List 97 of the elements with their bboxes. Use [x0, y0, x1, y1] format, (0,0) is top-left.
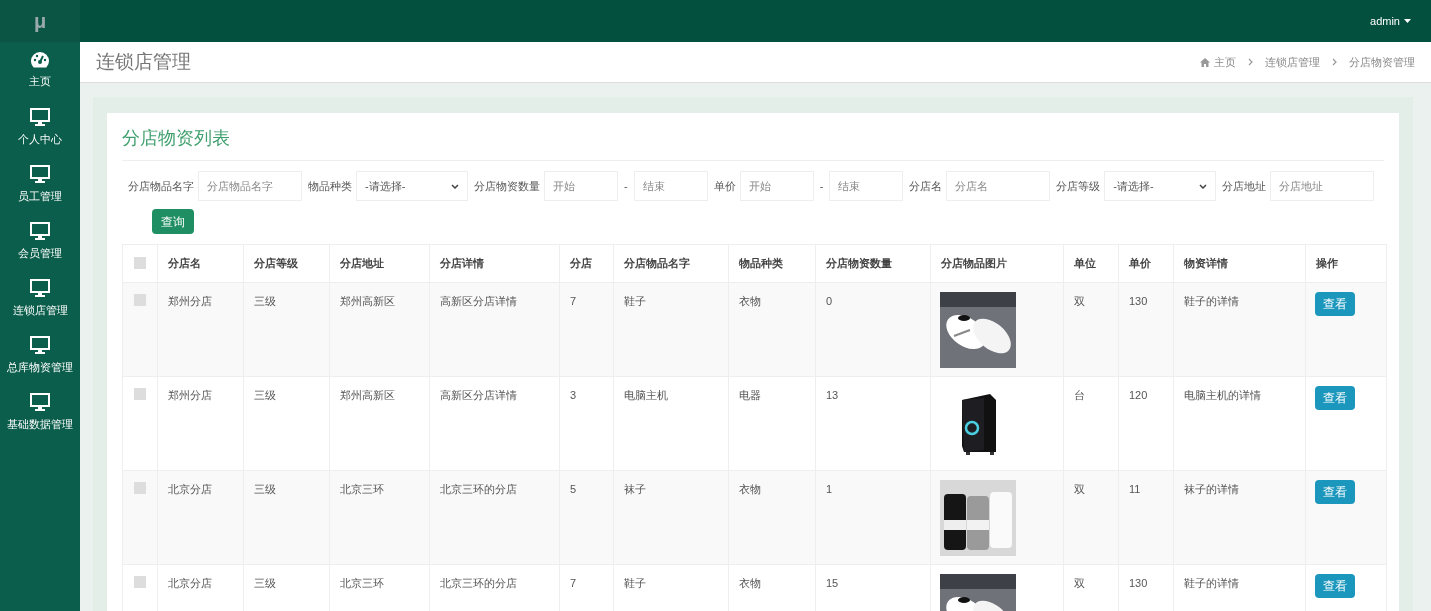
sidebar-item[interactable]: 会员管理 — [0, 213, 80, 270]
table-cell: 郑州分店 — [157, 282, 244, 377]
filter-label: 物品种类 — [308, 178, 352, 194]
table-cell: 双 — [1063, 282, 1119, 377]
table-cell: 高新区分店详情 — [429, 282, 560, 377]
column-header: 物品种类 — [728, 244, 816, 283]
filter-label: 分店等级 — [1056, 178, 1101, 194]
table-cell: 130 — [1118, 282, 1174, 377]
table-cell: 电脑主机的详情 — [1173, 376, 1306, 471]
sidebar-item[interactable]: 基础数据管理 — [0, 384, 80, 441]
table-cell: 北京分店 — [157, 470, 244, 565]
filter-label: 分店物资数量 — [474, 178, 540, 194]
table-cell: 电器 — [728, 376, 816, 471]
column-header: 物资详情 — [1173, 244, 1306, 283]
table-cell: 7 — [559, 282, 614, 377]
sidebar-item[interactable]: 员工管理 — [0, 156, 80, 213]
range-start-field[interactable]: 开始 — [739, 171, 814, 201]
column-header: 分店详情 — [429, 244, 560, 283]
caret-icon — [1404, 19, 1411, 23]
checkbox[interactable] — [134, 257, 146, 269]
column-header: 分店名 — [157, 244, 244, 283]
table-cell: 1 — [815, 470, 931, 565]
monitor-icon — [29, 392, 51, 413]
column-header: 分店物品名字 — [613, 244, 729, 283]
table-cell: 三级 — [243, 470, 330, 565]
filter-label: 分店地址 — [1222, 178, 1267, 194]
table-cell: 5 — [559, 470, 614, 565]
monitor-icon — [29, 164, 51, 185]
column-header: 单位 — [1063, 244, 1119, 283]
table-cell: 鞋子的详情 — [1173, 282, 1306, 377]
table-cell: 0 — [815, 282, 931, 377]
table-cell: 袜子的详情 — [1173, 470, 1306, 565]
search-button[interactable]: 查询 — [152, 209, 194, 234]
chevron-icon — [1248, 58, 1253, 66]
column-header: 单价 — [1118, 244, 1174, 283]
breadcrumb-link[interactable]: 连锁店管理 — [1265, 53, 1320, 71]
monitor-icon — [29, 278, 51, 299]
table-cell: 鞋子 — [613, 282, 729, 377]
range-start-field[interactable]: 开始 — [544, 171, 618, 201]
table-cell: 双 — [1063, 470, 1119, 565]
checkbox[interactable] — [134, 388, 146, 400]
filter-label: 单价 — [713, 178, 736, 194]
monitor-icon — [29, 107, 51, 128]
chevron-down-icon — [451, 183, 459, 189]
table-cell: 袜子 — [613, 470, 729, 565]
filter-field[interactable]: 分店物品名字 — [198, 171, 302, 201]
table-cell: 台 — [1063, 376, 1119, 471]
column-header: 分店 — [559, 244, 614, 283]
table-cell: 北京三环的分店 — [429, 470, 560, 565]
chevron-icon — [1332, 58, 1337, 66]
table-cell: 三级 — [243, 282, 330, 377]
checkbox[interactable] — [134, 482, 146, 494]
filter-field[interactable]: 分店地址 — [1270, 171, 1375, 201]
filter-field[interactable]: 分店名 — [946, 171, 1051, 201]
table-cell: 郑州高新区 — [329, 282, 430, 377]
monitor-icon — [29, 221, 51, 242]
table-cell: 郑州高新区 — [329, 376, 430, 471]
sidebar-item[interactable]: 连锁店管理 — [0, 270, 80, 327]
table-cell: 衣物 — [728, 282, 816, 377]
column-header: 分店地址 — [329, 244, 430, 283]
column-header: 分店等级 — [243, 244, 330, 283]
sidebar-item[interactable]: 主页 — [0, 42, 80, 99]
range-end-field[interactable]: 结束 — [829, 171, 904, 201]
table-cell: 11 — [1118, 470, 1174, 565]
home-icon — [1200, 57, 1210, 67]
sidebar-item[interactable]: 总库物资管理 — [0, 327, 80, 384]
logo: μ — [33, 9, 47, 34]
sidebar-item[interactable]: 个人中心 — [0, 99, 80, 156]
breadcrumb-link[interactable]: 主页 — [1200, 53, 1236, 71]
table-cell: 郑州分店 — [157, 376, 244, 471]
table-cell: 电脑主机 — [613, 376, 729, 471]
monitor-icon — [29, 335, 51, 356]
range-separator: - — [819, 178, 824, 194]
filter-select[interactable]: -请选择- — [1104, 171, 1217, 201]
table-cell: 三级 — [243, 376, 330, 471]
table-cell: 衣物 — [728, 470, 816, 565]
checkbox[interactable] — [134, 576, 146, 588]
filter-label: 分店物品名字 — [128, 178, 194, 194]
page-title: 连锁店管理 — [96, 49, 191, 74]
table-cell: 120 — [1118, 376, 1174, 471]
table-cell: 3 — [559, 376, 614, 471]
column-header: 操作 — [1305, 244, 1387, 283]
range-separator: - — [624, 178, 628, 194]
table-cell: 13 — [815, 376, 931, 471]
range-end-field[interactable]: 结束 — [633, 171, 708, 201]
checkbox[interactable] — [134, 294, 146, 306]
breadcrumb-link[interactable]: 分店物资管理 — [1349, 53, 1415, 71]
filter-label: 分店名 — [909, 178, 943, 194]
user-menu[interactable]: admin — [1370, 12, 1411, 30]
table-cell: 高新区分店详情 — [429, 376, 560, 471]
column-header: 分店物品图片 — [930, 244, 1064, 283]
table-cell: 北京三环 — [329, 470, 430, 565]
card-title: 分店物资列表 — [122, 128, 230, 148]
dashboard-icon — [30, 51, 50, 70]
chevron-down-icon — [1199, 183, 1208, 189]
filter-select[interactable]: -请选择- — [356, 171, 468, 201]
column-header: 分店物资数量 — [815, 244, 931, 283]
